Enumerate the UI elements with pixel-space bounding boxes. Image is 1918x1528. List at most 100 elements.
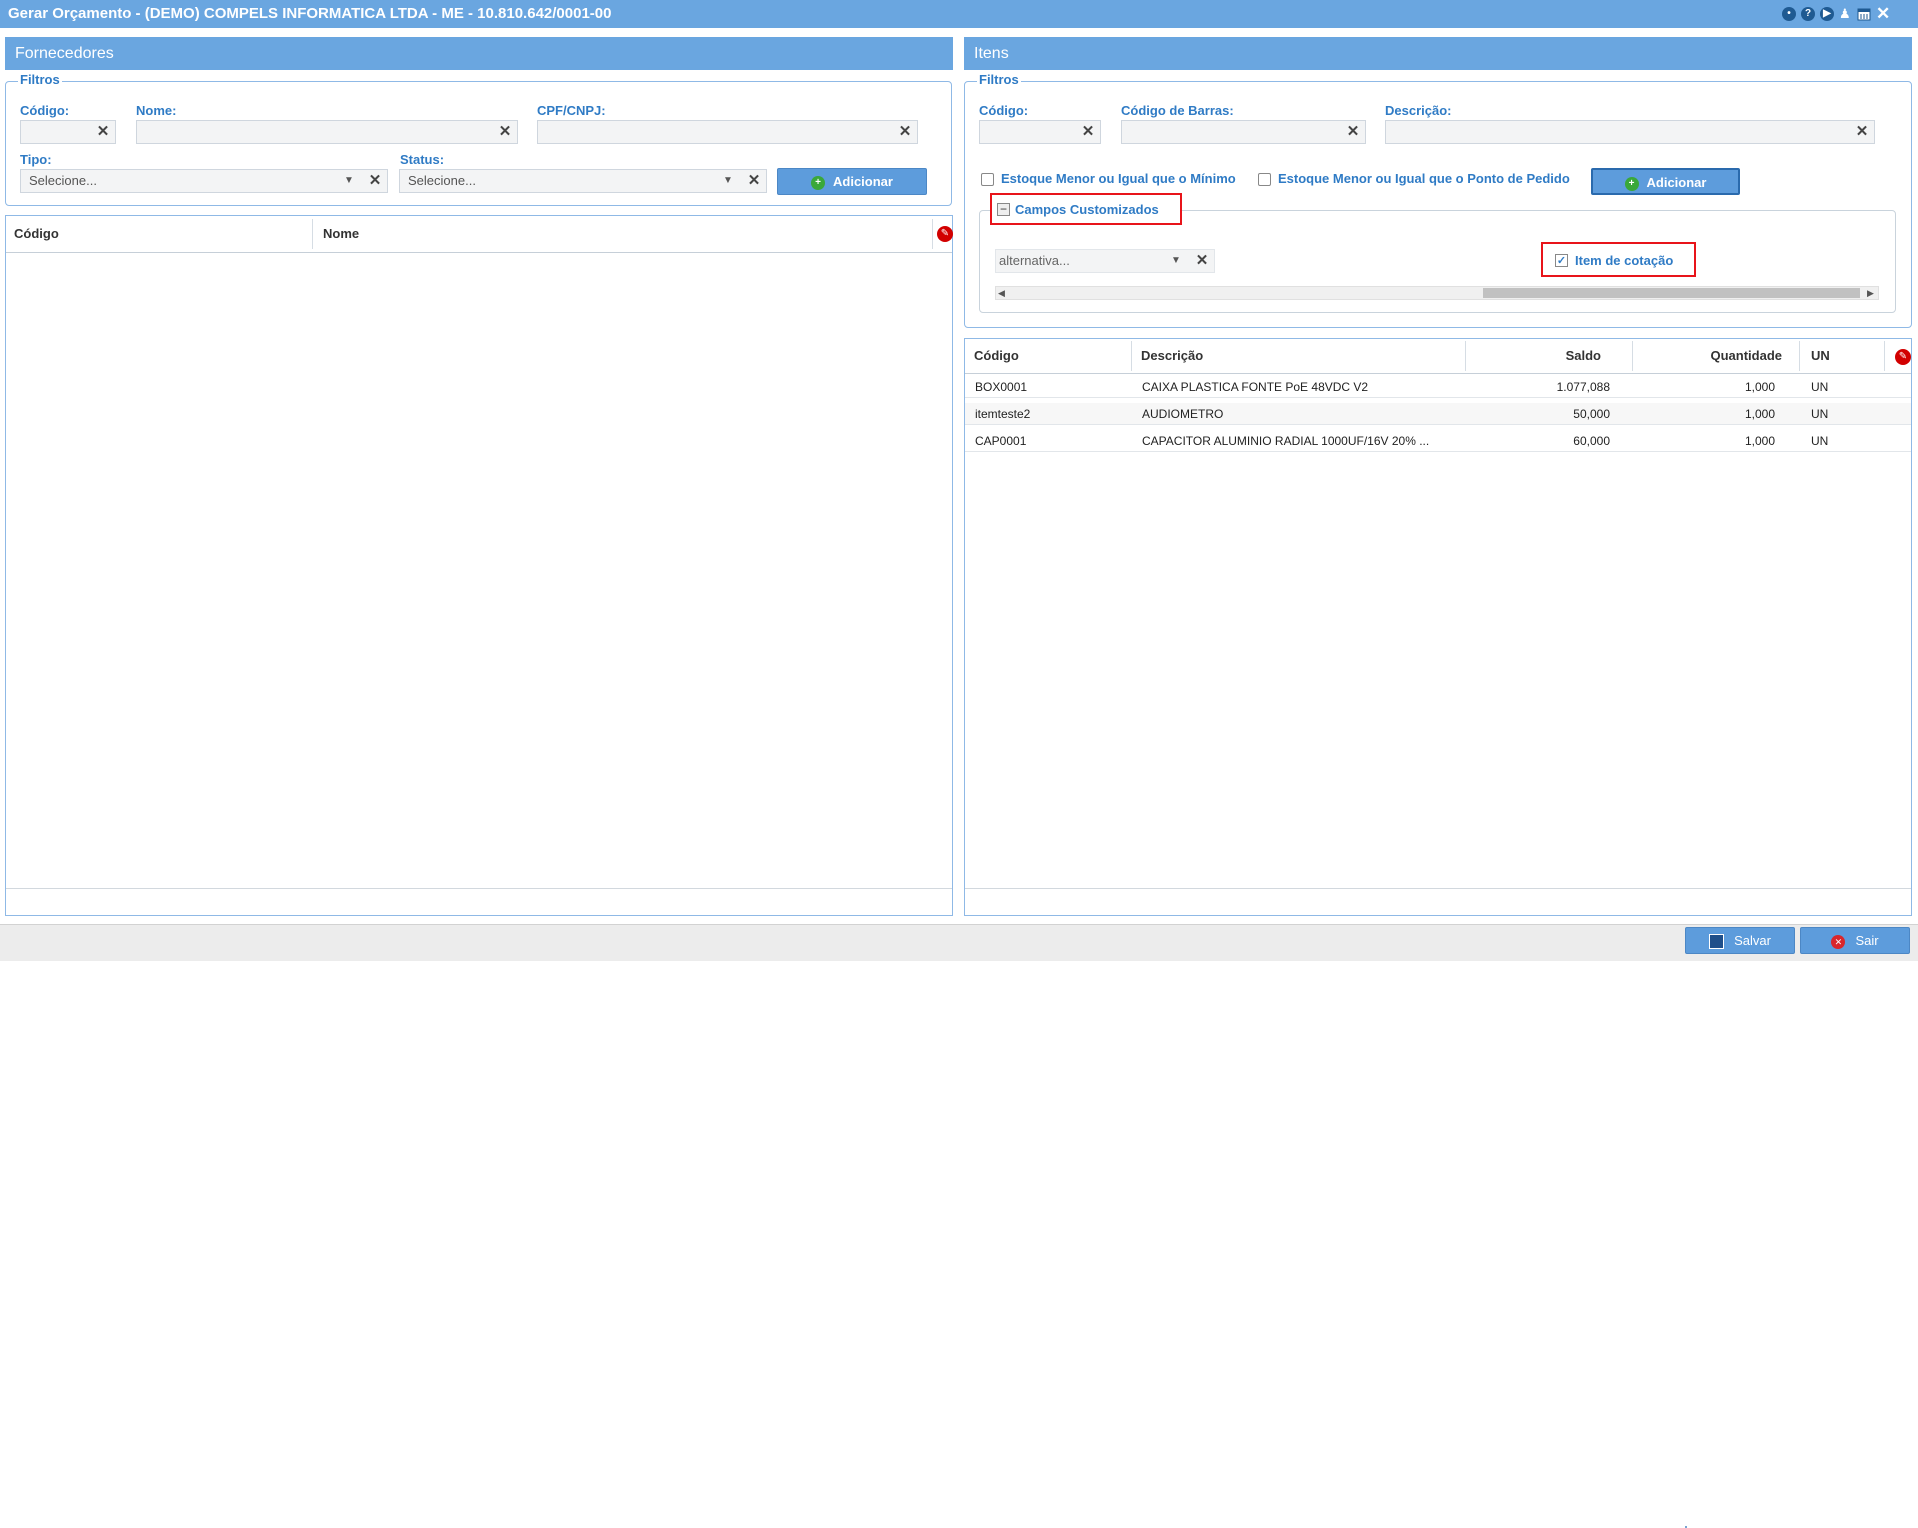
edit-columns-icon[interactable]: ✎ — [1895, 349, 1911, 365]
table-row[interactable]: itemteste2 AUDIOMETRO 50,000 1,000 UN — [965, 403, 1911, 425]
clear-icon[interactable]: ✕ — [743, 170, 765, 192]
clear-icon[interactable]: ✕ — [494, 121, 516, 143]
clear-icon[interactable]: ✕ — [364, 170, 386, 192]
estoque-minimo-label[interactable]: Estoque Menor ou Igual que o Mínimo — [1001, 171, 1236, 186]
itens-codigo-label: Código: — [979, 103, 1029, 118]
itens-add-label: Adicionar — [1646, 175, 1707, 190]
save-button[interactable]: Salvar — [1685, 927, 1795, 954]
scroll-right-icon[interactable]: ▶ — [1867, 287, 1874, 299]
tipo-select-value: Selecione... — [29, 173, 97, 188]
exit-label: Sair — [1855, 933, 1879, 948]
chevron-down-icon[interactable]: ▼ — [1168, 250, 1184, 272]
estoque-minimo-checkbox[interactable] — [981, 173, 994, 186]
clear-icon[interactable]: ✕ — [1191, 250, 1213, 272]
footer-bar: Salvar ✕ Sair — [0, 924, 1918, 1528]
cell-quantidade: 1,000 — [1744, 434, 1775, 448]
estoque-pedido-label[interactable]: Estoque Menor ou Igual que o Ponto de Pe… — [1278, 171, 1570, 186]
collapse-icon[interactable]: − — [997, 203, 1010, 216]
save-label: Salvar — [1734, 933, 1771, 948]
status-label: Status: — [400, 152, 445, 167]
alternativa-select-value: alternativa... — [999, 253, 1070, 268]
itens-grid-header: Código Descrição Saldo Quantidade UN ✎ — [965, 339, 1911, 374]
cpf-cnpj-input[interactable]: ✕ — [537, 120, 918, 144]
cell-quantidade: 1,000 — [1744, 380, 1775, 394]
item-cotacao-label[interactable]: Item de cotação — [1575, 253, 1673, 268]
cell-un: UN — [1811, 434, 1829, 448]
window-title-bar: Gerar Orçamento - (DEMO) COMPELS INFORMA… — [0, 0, 1918, 28]
col-nome[interactable]: Nome — [313, 219, 933, 249]
col-saldo[interactable]: Saldo — [1466, 341, 1633, 371]
chevron-down-icon[interactable]: ▼ — [341, 170, 357, 192]
fornecedores-add-button[interactable]: + Adicionar — [777, 168, 927, 195]
col-codigo[interactable]: Código — [6, 219, 313, 249]
clear-icon[interactable]: ✕ — [1077, 121, 1099, 143]
fornecedores-filtros-legend: Filtros — [18, 72, 62, 87]
tipo-label: Tipo: — [20, 152, 52, 167]
col-un[interactable]: UN — [1800, 341, 1885, 371]
item-cotacao-checkbox[interactable]: ✓ — [1555, 254, 1568, 267]
cell-saldo: 1.077,088 — [1556, 380, 1610, 394]
help-icon[interactable]: ? — [1801, 7, 1815, 21]
fornecedores-add-label: Adicionar — [833, 174, 893, 189]
clear-icon[interactable]: ✕ — [92, 121, 114, 143]
clear-icon[interactable]: ✕ — [1851, 121, 1873, 143]
col-quantidade[interactable]: Quantidade — [1633, 341, 1800, 371]
add-icon: + — [1624, 176, 1639, 191]
status-select-value: Selecione... — [408, 173, 476, 188]
circle-icon[interactable]: • — [1782, 7, 1796, 21]
fornecedores-header: Fornecedores — [5, 37, 953, 70]
cell-un: UN — [1811, 380, 1829, 394]
cell-saldo: 50,000 — [1573, 407, 1610, 421]
close-icon[interactable]: ✕ — [1876, 5, 1890, 22]
itens-filtros-legend: Filtros — [977, 72, 1021, 87]
campos-customizados-legend[interactable]: Campos Customizados — [1015, 202, 1159, 217]
cell-codigo: BOX0001 — [975, 380, 1028, 394]
clear-icon[interactable]: ✕ — [894, 121, 916, 143]
window-title: Gerar Orçamento - (DEMO) COMPELS INFORMA… — [8, 5, 612, 22]
codigo-barras-label: Código de Barras: — [1121, 103, 1234, 118]
fornecedores-grid: Código Nome ✎ — [5, 215, 953, 916]
itens-header: Itens — [964, 37, 1912, 70]
clear-icon[interactable]: ✕ — [1342, 121, 1364, 143]
horizontal-scrollbar[interactable]: ◀ ▶ — [995, 286, 1879, 300]
nome-input[interactable]: ✕ — [136, 120, 518, 144]
col-codigo[interactable]: Código — [965, 341, 1132, 371]
descricao-input[interactable]: ✕ — [1385, 120, 1875, 144]
exit-button[interactable]: ✕ Sair — [1800, 927, 1910, 954]
save-icon — [1709, 934, 1725, 950]
bell-icon[interactable]: ♟ — [1839, 7, 1853, 21]
cpf-cnpj-label: CPF/CNPJ: — [537, 103, 606, 118]
status-select[interactable]: Selecione... ▼ ✕ — [399, 169, 767, 193]
scroll-left-icon[interactable]: ◀ — [998, 287, 1005, 299]
cell-codigo: itemteste2 — [975, 407, 1031, 421]
chevron-down-icon[interactable]: ▼ — [720, 170, 736, 192]
cell-quantidade: 1,000 — [1744, 407, 1775, 421]
scrollbar-thumb[interactable] — [1483, 288, 1860, 298]
codigo-input[interactable]: ✕ — [20, 120, 116, 144]
item-cotacao-highlight: ✓ Item de cotação — [1541, 242, 1696, 277]
grid-footer-divider — [6, 888, 952, 889]
itens-add-button[interactable]: + Adicionar — [1591, 168, 1740, 195]
table-row[interactable]: BOX0001 CAIXA PLASTICA FONTE PoE 48VDC V… — [965, 376, 1911, 398]
cell-descricao: CAPACITOR ALUMINIO RADIAL 1000UF/16V 20%… — [1142, 434, 1430, 448]
cell-saldo: 60,000 — [1573, 434, 1610, 448]
tipo-select[interactable]: Selecione... ▼ ✕ — [20, 169, 388, 193]
col-descricao[interactable]: Descrição — [1132, 341, 1466, 371]
add-icon: + — [811, 175, 826, 190]
cell-descricao: CAIXA PLASTICA FONTE PoE 48VDC V2 — [1142, 380, 1369, 394]
descricao-label: Descrição: — [1385, 103, 1452, 118]
alternativa-select[interactable]: alternativa... ▼ ✕ — [995, 249, 1215, 273]
play-icon[interactable]: ▶ — [1820, 7, 1834, 21]
itens-codigo-input[interactable]: ✕ — [979, 120, 1101, 144]
cell-descricao: AUDIOMETRO — [1142, 407, 1224, 421]
calendar-icon[interactable] — [1857, 7, 1871, 21]
exit-icon: ✕ — [1831, 934, 1846, 949]
cell-un: UN — [1811, 407, 1829, 421]
edit-columns-icon[interactable]: ✎ — [937, 226, 953, 242]
table-row[interactable]: CAP0001 CAPACITOR ALUMINIO RADIAL 1000UF… — [965, 430, 1911, 452]
codigo-barras-input[interactable]: ✕ — [1121, 120, 1366, 144]
campos-customizados-highlight: − Campos Customizados — [990, 193, 1182, 225]
nome-label: Nome: — [136, 103, 177, 118]
estoque-pedido-checkbox[interactable] — [1258, 173, 1271, 186]
grid-footer-divider — [965, 888, 1911, 889]
